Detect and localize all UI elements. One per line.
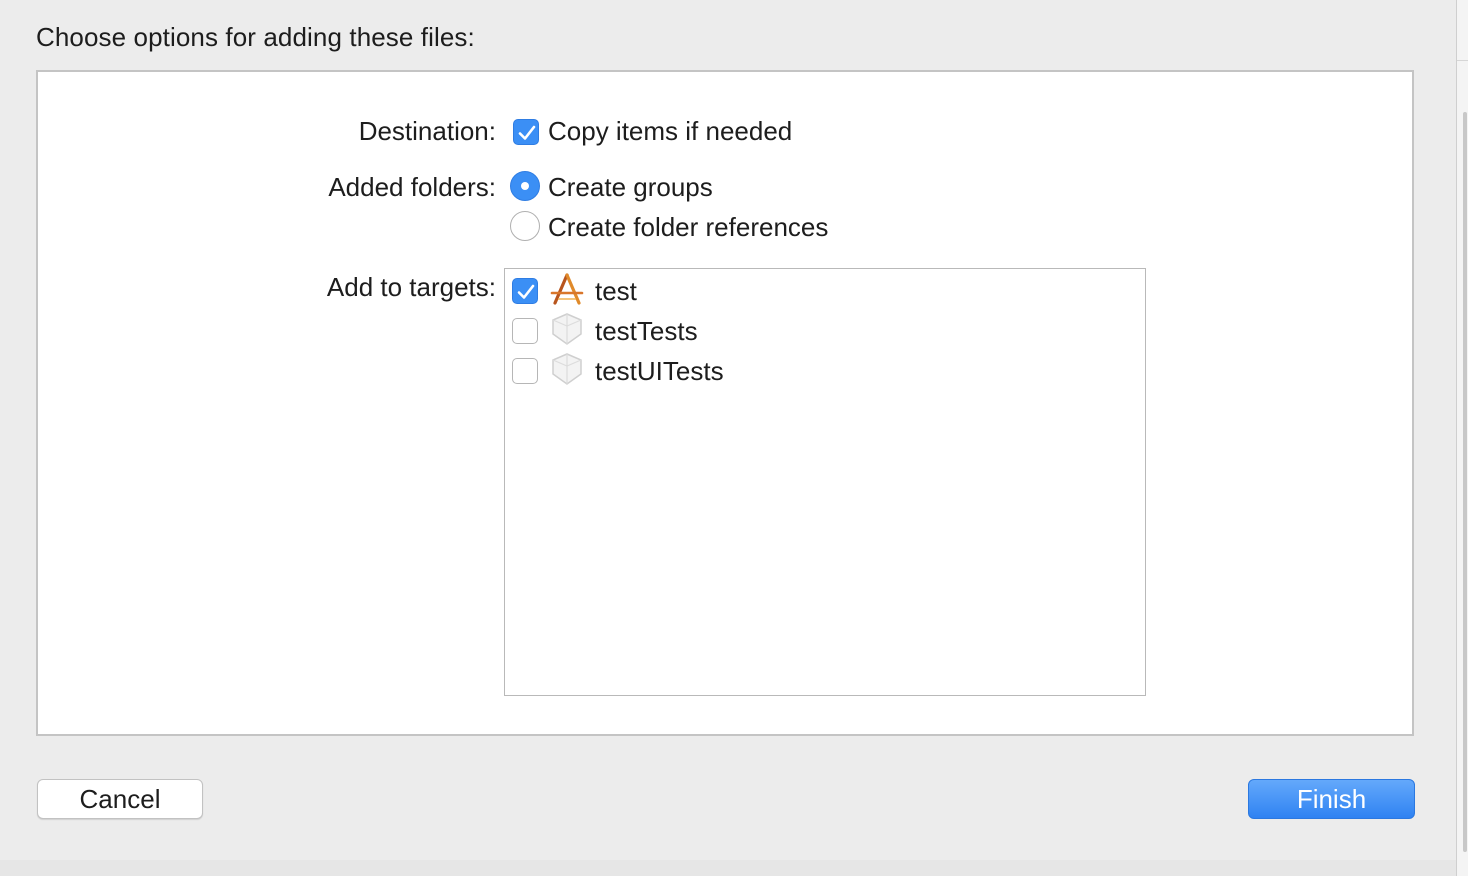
target-row-testtests[interactable]: testTests	[505, 311, 1145, 351]
target-test-checkbox[interactable]	[512, 278, 538, 304]
create-folder-references-radio[interactable]	[510, 211, 540, 241]
target-testtests-checkbox[interactable]	[512, 318, 538, 344]
test-bundle-icon	[552, 313, 582, 345]
checkmark-icon	[517, 284, 535, 299]
create-folder-references-label[interactable]: Create folder references	[548, 212, 828, 243]
checkmark-icon	[518, 125, 536, 140]
target-row-test[interactable]: test	[505, 271, 1145, 311]
add-to-targets-label: Add to targets:	[326, 272, 496, 302]
background-scrollbar[interactable]	[1463, 112, 1467, 852]
add-files-sheet: Choose options for adding these files: D…	[0, 0, 1456, 860]
finish-button[interactable]: Finish	[1248, 779, 1415, 819]
copy-items-label[interactable]: Copy items if needed	[548, 116, 792, 147]
target-row-testuitests[interactable]: testUITests	[505, 351, 1145, 391]
target-testuitests-checkbox[interactable]	[512, 358, 538, 384]
target-test-name: test	[595, 276, 637, 306]
test-bundle-icon	[552, 353, 582, 385]
create-groups-label[interactable]: Create groups	[548, 172, 713, 203]
window-bottom-edge	[0, 860, 1456, 876]
app-target-icon	[550, 273, 584, 305]
targets-list[interactable]: test testTests testUITests	[504, 268, 1146, 696]
dialog-title: Choose options for adding these files:	[36, 22, 475, 52]
destination-label: Destination:	[358, 116, 496, 146]
edge-divider	[1457, 60, 1468, 61]
cancel-button[interactable]: Cancel	[37, 779, 203, 819]
target-testtests-name: testTests	[595, 316, 698, 346]
copy-items-checkbox[interactable]	[513, 119, 539, 145]
window-right-edge	[1456, 0, 1468, 876]
create-groups-radio[interactable]	[510, 171, 540, 201]
added-folders-label: Added folders:	[328, 172, 496, 202]
target-testuitests-name: testUITests	[595, 356, 724, 386]
